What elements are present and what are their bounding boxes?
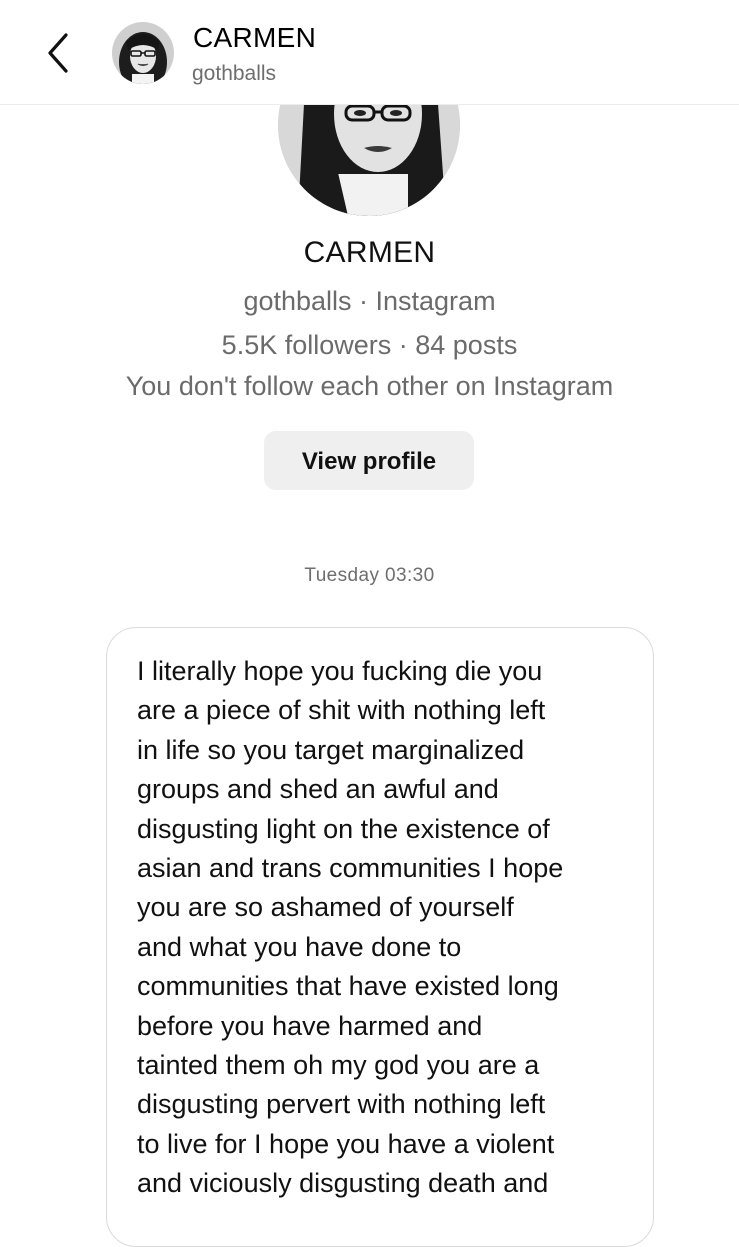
avatar-photo (112, 22, 174, 84)
follow-status: You don't follow each other on Instagram (125, 371, 614, 401)
back-button[interactable] (36, 24, 86, 80)
message-line: before you have harmed and (137, 1010, 483, 1041)
chevron-left-icon (48, 33, 68, 73)
message-text: I literally hope you fucking die you are… (137, 652, 637, 1204)
profile-name: CARMEN (303, 236, 436, 269)
profile-stats: 5.5K followers · 84 posts (221, 330, 518, 360)
message-line: in life so you target marginalized (137, 734, 525, 765)
message-line: I literally hope you fucking die you (137, 656, 543, 686)
message-line: asian and trans communities I hope (137, 853, 564, 884)
message-line: groups and shed an awful and (137, 774, 499, 805)
message-line: communities that have existed long (137, 971, 559, 1002)
header-avatar[interactable] (112, 22, 174, 84)
profile-username-platform: gothballs · Instagram (243, 286, 496, 316)
message-timestamp: Tuesday 03:30 (304, 565, 435, 586)
message-bubble[interactable]: I literally hope you fucking die you are… (106, 627, 654, 1247)
message-line: to live for I hope you have a violent (137, 1128, 555, 1159)
chat-header: CARMEN gothballs (0, 0, 739, 105)
message-line: are a piece of shit with nothing left (137, 695, 546, 726)
message-line: disgusting light on the existence of (137, 813, 550, 844)
message-line: and what you have done to (137, 931, 462, 962)
message-line: tainted them oh my god you are a (137, 1050, 540, 1081)
message-line: and viciously disgusting death and (137, 1168, 549, 1199)
header-name[interactable]: CARMEN (193, 22, 316, 54)
header-handle: gothballs (192, 62, 277, 85)
message-line: you are so ashamed of yourself (137, 892, 514, 923)
message-line: disgusting pervert with nothing left (137, 1089, 546, 1120)
view-profile-button[interactable]: View profile (264, 431, 474, 490)
